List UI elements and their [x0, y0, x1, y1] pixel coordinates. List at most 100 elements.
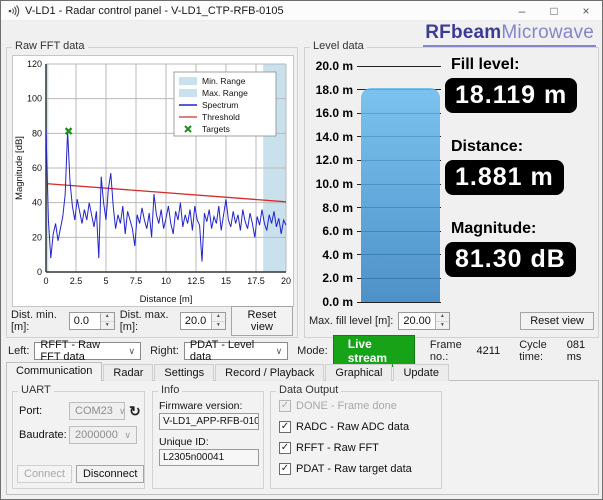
spin-down-icon[interactable]: ▼	[211, 321, 225, 329]
dist-max-value[interactable]: 20.0	[181, 313, 211, 329]
distance-readout: Distance: 1.881 m	[445, 138, 594, 195]
spin-up-icon[interactable]: ▲	[435, 313, 449, 322]
checkbox-checked-icon[interactable]: ✓	[279, 463, 291, 475]
tab-radar[interactable]: Radar	[103, 364, 154, 381]
chevron-down-icon: ∨	[124, 429, 131, 440]
checkbox-rfft[interactable]: ✓ RFFT - Raw FFT	[279, 442, 379, 454]
tab-settings[interactable]: Settings	[154, 364, 215, 381]
svg-text:10: 10	[161, 276, 171, 286]
spin-up-icon[interactable]: ▲	[211, 313, 225, 322]
right-view-label: Right:	[150, 345, 179, 357]
magnitude-readout: Magnitude: 81.30 dB	[445, 220, 594, 277]
max-fill-spinner[interactable]: 20.00 ▲ ▼	[398, 312, 450, 330]
checkbox-checked-icon[interactable]: ✓	[279, 421, 291, 433]
disconnect-button[interactable]: Disconnect	[75, 465, 145, 483]
baudrate-label: Baudrate:	[19, 429, 67, 441]
dist-min-value[interactable]: 0.0	[70, 313, 100, 329]
tab-record-playback[interactable]: Record / Playback	[215, 364, 325, 381]
tab-bar: Communication Radar Settings Record / Pl…	[6, 362, 597, 382]
window-controls: – □ ×	[506, 1, 602, 20]
tank-tick-label: 18.0 m	[315, 82, 353, 97]
svg-text:0: 0	[37, 267, 42, 277]
tab-communication[interactable]: Communication	[6, 362, 103, 382]
svg-text:Distance [m]: Distance [m]	[140, 294, 193, 305]
window-title: V-LD1 - Radar control panel - V-LD1_CTP-…	[25, 4, 284, 17]
max-fill-value[interactable]: 20.00	[399, 313, 435, 329]
fill-level-label: Fill level:	[451, 56, 520, 73]
unique-id-label: Unique ID:	[159, 436, 209, 448]
tank-tick-label: 4.0 m	[322, 247, 353, 262]
chevron-down-icon: ∨	[128, 345, 136, 356]
close-icon[interactable]: ×	[570, 1, 602, 20]
tank-tick-label: 8.0 m	[322, 200, 353, 215]
port-value: COM23	[75, 405, 113, 417]
svg-text:Threshold: Threshold	[202, 112, 240, 122]
dist-max-spinner[interactable]: 20.0 ▲ ▼	[179, 312, 226, 330]
checkbox-rfft-label: RFFT - Raw FFT	[296, 442, 379, 454]
max-fill-label: Max. fill level [m]:	[309, 315, 394, 327]
checkbox-done[interactable]: ✓ DONE - Frame done	[279, 400, 397, 412]
firmware-version-label: Firmware version:	[159, 400, 243, 412]
dist-min-spinner[interactable]: 0.0 ▲ ▼	[68, 312, 115, 330]
tank-tick-label: 2.0 m	[322, 271, 353, 286]
tank-view[interactable]: 20.0 m 18.0 m 16.0 m 14.0 m 12.0 m 10.0 …	[311, 59, 441, 309]
tab-graphical[interactable]: Graphical	[325, 364, 393, 381]
rfbeam-logo: RFbeamMicrowave	[423, 22, 596, 47]
svg-text:120: 120	[27, 59, 42, 69]
maximize-icon[interactable]: □	[538, 1, 570, 20]
fft-reset-view-button[interactable]: Reset view	[230, 306, 294, 336]
uart-groupbox: UART Port: COM23 ∨ ↻ Baudrate: 2000000 ∨…	[12, 384, 145, 489]
svg-text:12.5: 12.5	[187, 276, 205, 286]
svg-text:Targets: Targets	[202, 124, 230, 134]
cycle-time-value: 081 ms	[566, 339, 586, 363]
spin-down-icon[interactable]: ▼	[435, 321, 449, 329]
dist-min-label: Dist. min. [m]:	[11, 309, 57, 333]
svg-text:20: 20	[32, 232, 42, 242]
left-view-value: RFFT - Raw FFT data	[40, 339, 101, 363]
checkbox-radc[interactable]: ✓ RADC - Raw ADC data	[279, 421, 409, 433]
checkbox-pdat[interactable]: ✓ PDAT - Raw target data	[279, 463, 412, 475]
baudrate-value: 2000000	[75, 429, 118, 441]
uart-title: UART	[18, 384, 54, 396]
dist-max-label: Dist. max. [m]:	[119, 309, 169, 333]
info-groupbox: Info Firmware version: V-LD1_APP-RFB-010…	[152, 384, 264, 489]
svg-text:0: 0	[43, 276, 48, 286]
level-reset-view-button[interactable]: Reset view	[520, 312, 594, 330]
spin-up-icon[interactable]: ▲	[100, 313, 114, 322]
tank-tick-label: 12.0 m	[315, 153, 353, 168]
checkbox-checked-icon[interactable]: ✓	[279, 400, 291, 412]
tank-tick-label: 6.0 m	[322, 224, 353, 239]
svg-text:80: 80	[32, 128, 42, 138]
firmware-version-field: V-LD1_APP-RFB-0105	[159, 413, 259, 430]
right-view-select[interactable]: PDAT - Level data ∨	[183, 339, 289, 363]
checkbox-checked-icon[interactable]: ✓	[279, 442, 291, 454]
app-window: V-LD1 - Radar control panel - V-LD1_CTP-…	[0, 0, 603, 500]
level-data-title: Level data	[310, 40, 367, 52]
tank-tick-label: 14.0 m	[315, 129, 353, 144]
distance-value: 1.881 m	[445, 160, 564, 195]
right-view-value: PDAT - Level data	[189, 339, 255, 363]
chevron-down-icon: ∨	[118, 405, 126, 416]
spin-down-icon[interactable]: ▼	[100, 321, 114, 329]
baudrate-select[interactable]: 2000000 ∨	[69, 426, 137, 444]
minimize-icon[interactable]: –	[506, 1, 538, 20]
svg-text:20: 20	[281, 276, 291, 286]
svg-text:Min. Range: Min. Range	[202, 76, 246, 86]
raw-fft-groupbox: Raw FFT data 0 2.5 5 7.5 10 12.5 15 17.5 20 0 20 40…	[6, 40, 298, 338]
left-view-select[interactable]: RFFT - Raw FFT data ∨	[34, 339, 142, 363]
titlebar: V-LD1 - Radar control panel - V-LD1_CTP-…	[1, 1, 602, 21]
port-select[interactable]: COM23 ∨	[69, 402, 126, 420]
fill-level-readout: Fill level: 18.119 m	[445, 56, 594, 113]
frame-no-value: 4211	[476, 345, 501, 357]
tank-tick-label: 16.0 m	[315, 106, 353, 121]
svg-text:2.5: 2.5	[70, 276, 83, 286]
fft-chart-canvas[interactable]: 0 2.5 5 7.5 10 12.5 15 17.5 20 0 20 40 60 80 100 120 Dis…	[12, 55, 294, 307]
connect-button[interactable]: Connect	[17, 465, 72, 483]
svg-text:7.5: 7.5	[130, 276, 143, 286]
magnitude-value: 81.30 dB	[445, 242, 576, 277]
app-icon	[8, 4, 20, 17]
refresh-ports-icon[interactable]: ↻	[129, 403, 141, 420]
mode-label: Mode:	[297, 345, 328, 357]
frame-no-label: Frame no.:	[429, 339, 462, 363]
tab-update[interactable]: Update	[393, 364, 449, 381]
